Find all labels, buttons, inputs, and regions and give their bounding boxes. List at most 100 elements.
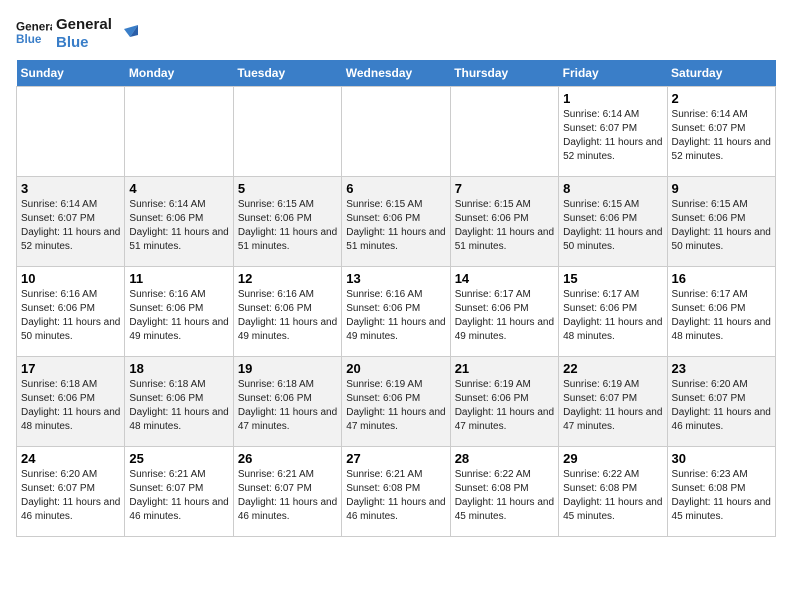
weekday-header-saturday: Saturday [667, 60, 775, 87]
calendar-cell: 26Sunrise: 6:21 AM Sunset: 6:07 PM Dayli… [233, 447, 341, 537]
svg-text:General: General [16, 20, 52, 33]
day-number: 28 [455, 451, 554, 466]
day-info: Sunrise: 6:14 AM Sunset: 6:06 PM Dayligh… [129, 198, 228, 254]
day-info: Sunrise: 6:14 AM Sunset: 6:07 PM Dayligh… [672, 108, 771, 164]
day-number: 19 [238, 361, 337, 376]
calendar-cell: 9 Sunrise: 6:15 AM Sunset: 6:06 PM Daylig… [667, 177, 775, 267]
day-number: 11 [129, 271, 228, 286]
day-info: Sunrise: 6:23 AM Sunset: 6:08 PM Dayligh… [672, 468, 771, 524]
calendar-cell: 6 Sunrise: 6:15 AM Sunset: 6:06 PM Daylig… [342, 177, 450, 267]
calendar-cell [342, 87, 450, 177]
day-number: 16 [672, 271, 771, 286]
day-info: Sunrise: 6:22 AM Sunset: 6:08 PM Dayligh… [455, 468, 554, 524]
day-number: 7 [455, 181, 554, 196]
day-info: Sunrise: 6:17 AM Sunset: 6:06 PM Dayligh… [455, 288, 554, 344]
calendar-cell: 19Sunrise: 6:18 AM Sunset: 6:06 PM Dayli… [233, 357, 341, 447]
calendar-cell [233, 87, 341, 177]
calendar-week-4: 24 Sunrise: 6:20 AM Sunset: 6:07 PM Dayli… [17, 447, 776, 537]
calendar-cell: 11 Sunrise: 6:16 AM Sunset: 6:06 PM Dayli… [125, 267, 233, 357]
day-info: Sunrise: 6:16 AM Sunset: 6:06 PM Dayligh… [238, 288, 337, 344]
day-info: Sunrise: 6:19 AM Sunset: 6:07 PM Dayligh… [563, 378, 662, 434]
weekday-header-tuesday: Tuesday [233, 60, 341, 87]
day-info: Sunrise: 6:14 AM Sunset: 6:07 PM Dayligh… [21, 198, 120, 254]
day-info: Sunrise: 6:18 AM Sunset: 6:06 PM Dayligh… [21, 378, 120, 434]
day-number: 13 [346, 271, 445, 286]
logo-icon: General Blue [16, 16, 52, 52]
day-number: 6 [346, 181, 445, 196]
day-info: Sunrise: 6:17 AM Sunset: 6:06 PM Dayligh… [672, 288, 771, 344]
day-number: 20 [346, 361, 445, 376]
day-info: Sunrise: 6:20 AM Sunset: 6:07 PM Dayligh… [21, 468, 120, 524]
calendar-week-1: 3 Sunrise: 6:14 AM Sunset: 6:07 PM Daylig… [17, 177, 776, 267]
weekday-header-sunday: Sunday [17, 60, 125, 87]
calendar-cell [450, 87, 558, 177]
calendar-cell: 12 Sunrise: 6:16 AM Sunset: 6:06 PM Dayli… [233, 267, 341, 357]
day-info: Sunrise: 6:16 AM Sunset: 6:06 PM Dayligh… [346, 288, 445, 344]
calendar-cell: 24 Sunrise: 6:20 AM Sunset: 6:07 PM Dayli… [17, 447, 125, 537]
calendar-cell: 5Sunrise: 6:15 AM Sunset: 6:06 PM Daylig… [233, 177, 341, 267]
day-info: Sunrise: 6:15 AM Sunset: 6:06 PM Dayligh… [455, 198, 554, 254]
day-number: 23 [672, 361, 771, 376]
calendar-cell: 27Sunrise: 6:21 AM Sunset: 6:08 PM Dayli… [342, 447, 450, 537]
day-info: Sunrise: 6:20 AM Sunset: 6:07 PM Dayligh… [672, 378, 771, 434]
day-info: Sunrise: 6:19 AM Sunset: 6:06 PM Dayligh… [346, 378, 445, 434]
day-info: Sunrise: 6:17 AM Sunset: 6:06 PM Dayligh… [563, 288, 662, 344]
day-info: Sunrise: 6:15 AM Sunset: 6:06 PM Dayligh… [346, 198, 445, 254]
day-number: 5 [238, 181, 337, 196]
calendar-cell: 23 Sunrise: 6:20 AM Sunset: 6:07 PM Dayli… [667, 357, 775, 447]
calendar-cell: 18Sunrise: 6:18 AM Sunset: 6:06 PM Dayli… [125, 357, 233, 447]
day-number: 15 [563, 271, 662, 286]
day-number: 8 [563, 181, 662, 196]
calendar-cell: 3 Sunrise: 6:14 AM Sunset: 6:07 PM Daylig… [17, 177, 125, 267]
day-info: Sunrise: 6:15 AM Sunset: 6:06 PM Dayligh… [563, 198, 662, 254]
day-number: 9 [672, 181, 771, 196]
calendar-cell: 17 Sunrise: 6:18 AM Sunset: 6:06 PM Dayli… [17, 357, 125, 447]
day-number: 22 [563, 361, 662, 376]
day-number: 24 [21, 451, 120, 466]
logo-general: General [56, 16, 112, 34]
page-header: General Blue General Blue [16, 16, 776, 52]
calendar-cell: 20 Sunrise: 6:19 AM Sunset: 6:06 PM Dayli… [342, 357, 450, 447]
svg-text:Blue: Blue [16, 33, 42, 46]
calendar-cell: 10 Sunrise: 6:16 AM Sunset: 6:06 PM Dayli… [17, 267, 125, 357]
day-number: 12 [238, 271, 337, 286]
day-info: Sunrise: 6:14 AM Sunset: 6:07 PM Dayligh… [563, 108, 662, 164]
logo-blue: Blue [56, 34, 112, 52]
calendar-week-3: 17 Sunrise: 6:18 AM Sunset: 6:06 PM Dayli… [17, 357, 776, 447]
day-number: 17 [21, 361, 120, 376]
day-number: 1 [563, 91, 662, 106]
day-info: Sunrise: 6:16 AM Sunset: 6:06 PM Dayligh… [129, 288, 228, 344]
calendar-cell: 4 Sunrise: 6:14 AM Sunset: 6:06 PM Daylig… [125, 177, 233, 267]
calendar-cell: 7 Sunrise: 6:15 AM Sunset: 6:06 PM Daylig… [450, 177, 558, 267]
calendar-cell: 13 Sunrise: 6:16 AM Sunset: 6:06 PM Dayli… [342, 267, 450, 357]
weekday-header-thursday: Thursday [450, 60, 558, 87]
calendar-cell: 21Sunrise: 6:19 AM Sunset: 6:06 PM Dayli… [450, 357, 558, 447]
day-number: 18 [129, 361, 228, 376]
day-number: 4 [129, 181, 228, 196]
calendar-table: SundayMondayTuesdayWednesdayThursdayFrid… [16, 60, 776, 537]
day-number: 10 [21, 271, 120, 286]
logo-bird-icon [116, 23, 138, 45]
day-number: 2 [672, 91, 771, 106]
calendar-cell: 29Sunrise: 6:22 AM Sunset: 6:08 PM Dayli… [559, 447, 667, 537]
weekday-header-monday: Monday [125, 60, 233, 87]
day-number: 3 [21, 181, 120, 196]
day-number: 30 [672, 451, 771, 466]
calendar-week-0: 1 Sunrise: 6:14 AM Sunset: 6:07 PM Daylig… [17, 87, 776, 177]
day-info: Sunrise: 6:16 AM Sunset: 6:06 PM Dayligh… [21, 288, 120, 344]
calendar-header: SundayMondayTuesdayWednesdayThursdayFrid… [17, 60, 776, 87]
day-info: Sunrise: 6:21 AM Sunset: 6:07 PM Dayligh… [129, 468, 228, 524]
weekday-header-friday: Friday [559, 60, 667, 87]
calendar-cell: 1 Sunrise: 6:14 AM Sunset: 6:07 PM Daylig… [559, 87, 667, 177]
calendar-body: 1 Sunrise: 6:14 AM Sunset: 6:07 PM Daylig… [17, 87, 776, 537]
day-info: Sunrise: 6:19 AM Sunset: 6:06 PM Dayligh… [455, 378, 554, 434]
day-number: 27 [346, 451, 445, 466]
day-info: Sunrise: 6:15 AM Sunset: 6:06 PM Dayligh… [672, 198, 771, 254]
calendar-cell: 8 Sunrise: 6:15 AM Sunset: 6:06 PM Daylig… [559, 177, 667, 267]
calendar-cell: 16 Sunrise: 6:17 AM Sunset: 6:06 PM Dayli… [667, 267, 775, 357]
calendar-cell: 2 Sunrise: 6:14 AM Sunset: 6:07 PM Daylig… [667, 87, 775, 177]
calendar-cell [17, 87, 125, 177]
calendar-cell: 22 Sunrise: 6:19 AM Sunset: 6:07 PM Dayli… [559, 357, 667, 447]
calendar-cell: 25Sunrise: 6:21 AM Sunset: 6:07 PM Dayli… [125, 447, 233, 537]
weekday-row: SundayMondayTuesdayWednesdayThursdayFrid… [17, 60, 776, 87]
